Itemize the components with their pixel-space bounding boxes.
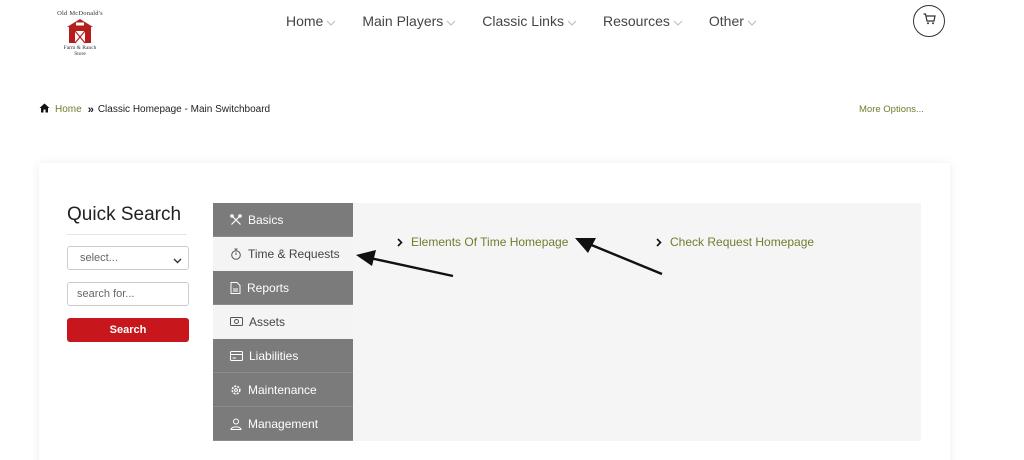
nav-label: Resources (602, 13, 670, 29)
link-label: Check Request Homepage (670, 235, 815, 249)
search-button[interactable]: Search (67, 318, 189, 342)
nav-label: Classic Links (482, 13, 564, 29)
nav-resources[interactable]: Resources (603, 12, 683, 30)
tab-label: Reports (247, 280, 290, 295)
user-icon (230, 418, 242, 430)
home-icon[interactable] (39, 103, 50, 116)
cart-icon (923, 12, 936, 30)
breadcrumb-home-link[interactable]: Home (55, 104, 82, 115)
chevron-down-icon (446, 13, 456, 29)
chevron-down-icon (173, 255, 182, 267)
chevron-down-icon (567, 13, 577, 29)
tab-liabilities[interactable]: Liabilities (213, 339, 353, 373)
quick-search-divider (67, 234, 187, 235)
tools-icon (230, 213, 242, 226)
breadcrumb-separator: » (87, 103, 94, 116)
chevron-right-icon (656, 237, 662, 247)
barn-icon (67, 19, 93, 44)
search-input[interactable] (67, 282, 189, 306)
nav-home[interactable]: Home (286, 12, 336, 30)
report-icon (230, 281, 241, 294)
more-options-link[interactable]: More Options... (859, 104, 924, 115)
card-icon (230, 350, 243, 361)
tab-management[interactable]: Management (213, 407, 353, 441)
tab-label: Basics (248, 212, 284, 227)
link-label: Elements Of Time Homepage (411, 235, 569, 249)
tab-label: Time & Requests (248, 246, 340, 261)
tab-maintenance[interactable]: Maintenance (213, 373, 353, 407)
tab-label: Assets (249, 314, 286, 329)
elements-of-time-link[interactable]: Elements Of Time Homepage (397, 235, 568, 249)
tab-assets[interactable]: Assets (213, 305, 353, 339)
gear-icon (230, 384, 242, 396)
nav-main-players[interactable]: Main Players (362, 12, 456, 30)
nav-label: Other (708, 13, 744, 29)
nav-classic-links[interactable]: Classic Links (482, 12, 577, 30)
check-request-link[interactable]: Check Request Homepage (656, 235, 814, 249)
chevron-right-icon (397, 237, 403, 247)
nav-label: Home (286, 13, 324, 29)
logo-title: Old McDonald's (57, 10, 103, 17)
logo-subtitle-2: Store (74, 51, 86, 57)
tab-panel-time-requests: Elements Of Time Homepage Check Request … (353, 203, 921, 441)
cash-icon (230, 317, 243, 326)
store-logo[interactable]: Old McDonald's Farm & Ranch Store (48, 10, 112, 72)
tab-reports[interactable]: Reports (213, 271, 353, 305)
tab-basics[interactable]: Basics (213, 203, 353, 237)
chevron-down-icon (673, 13, 683, 29)
tab-label: Maintenance (248, 382, 317, 397)
nav-label: Main Players (362, 13, 444, 29)
category-tabs: Basics Time & Requests Reports Assets Li… (213, 203, 353, 441)
tab-label: Liabilities (249, 348, 299, 363)
tab-time-requests[interactable]: Time & Requests (213, 237, 353, 271)
main-nav: Home Main Players Classic Links Resource… (286, 12, 783, 30)
tab-label: Management (248, 416, 319, 431)
cart-button[interactable] (913, 5, 945, 37)
chevron-down-icon (747, 13, 757, 29)
select-value: select... (80, 252, 118, 264)
stopwatch-icon (230, 248, 242, 260)
chevron-down-icon (326, 13, 336, 29)
nav-other[interactable]: Other (709, 12, 757, 30)
breadcrumb-current: Classic Homepage - Main Switchboard (97, 104, 271, 115)
breadcrumb: Home » Classic Homepage - Main Switchboa… (39, 103, 270, 116)
quick-search-title: Quick Search (67, 204, 182, 225)
search-category-select[interactable]: select... (67, 246, 189, 270)
